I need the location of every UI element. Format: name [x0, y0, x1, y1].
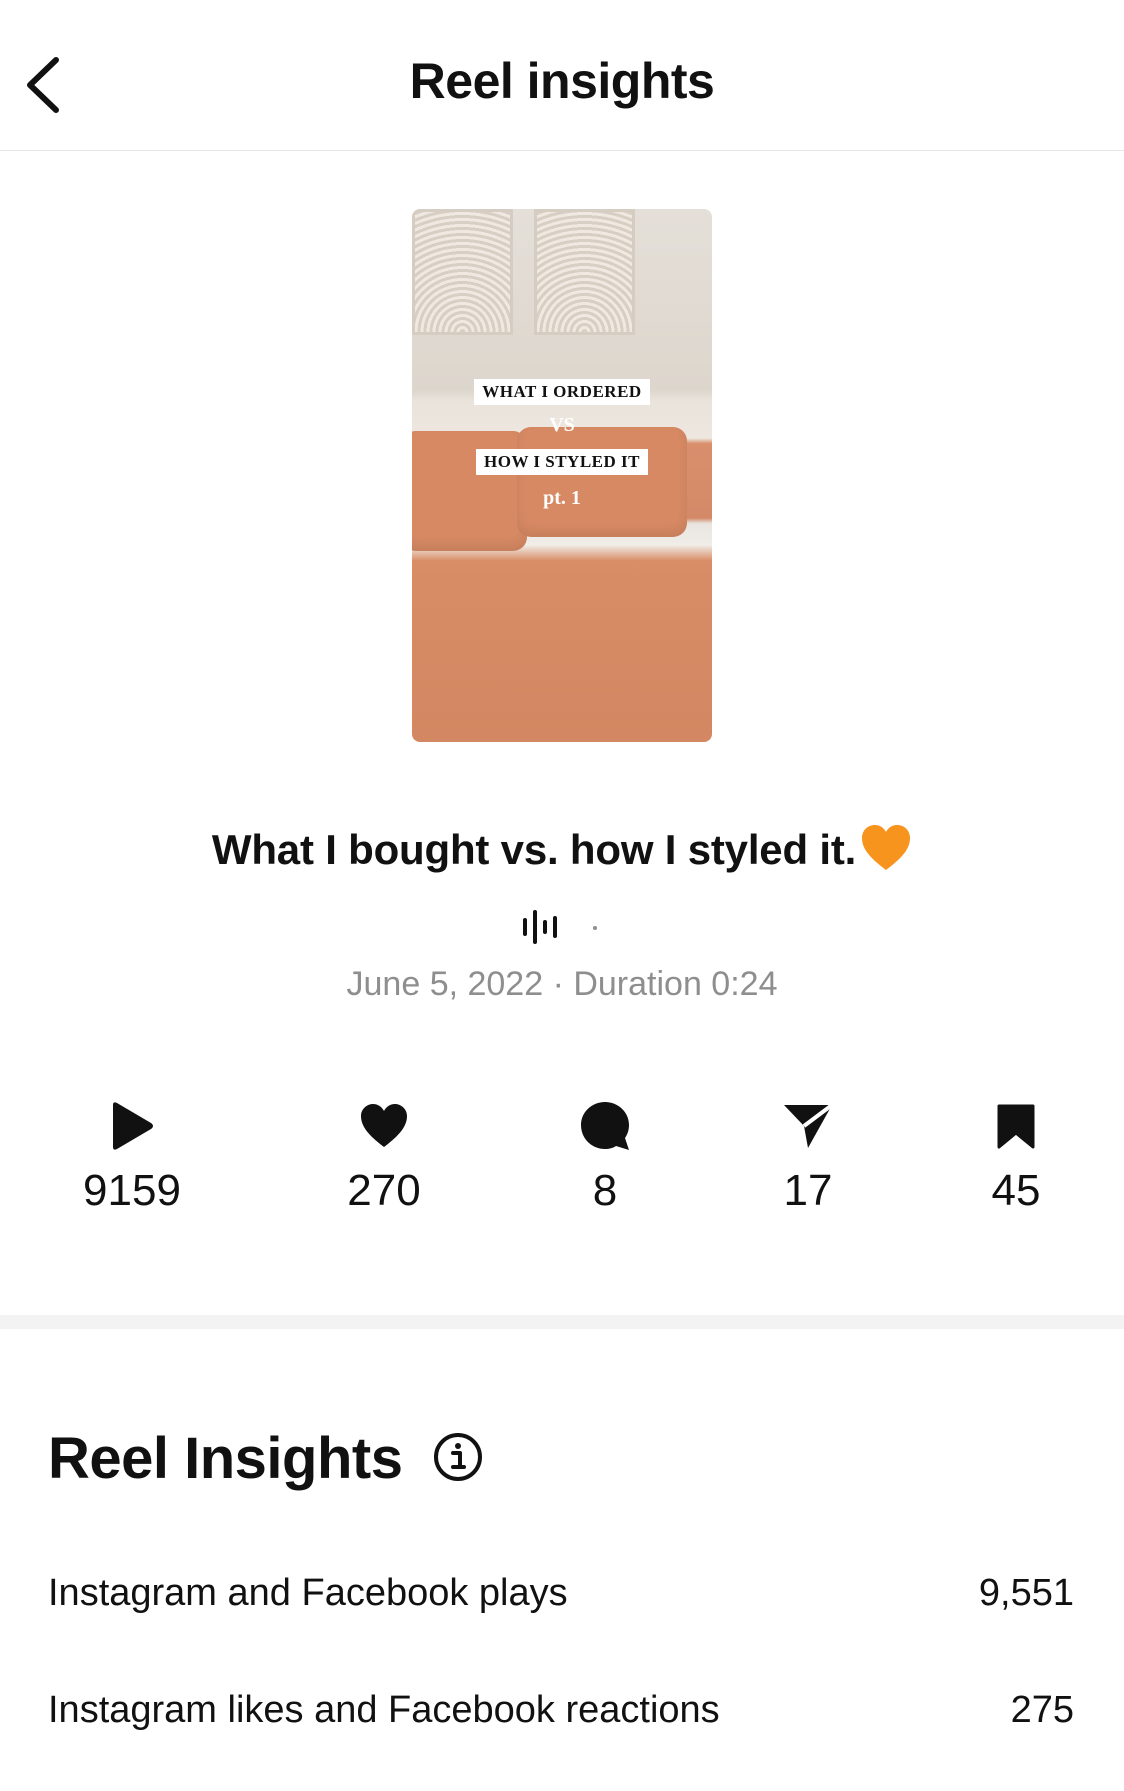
stat-shares: 17: [718, 1100, 898, 1216]
stat-saves: 45: [926, 1100, 1106, 1216]
reel-thumbnail[interactable]: WHAT I ORDERED VS HOW I STYLED IT pt. 1: [412, 209, 712, 742]
thumbnail-text-line3: HOW I STYLED IT: [476, 449, 648, 475]
stat-likes: 270: [294, 1100, 474, 1216]
orange-heart-icon: [860, 824, 912, 882]
insight-value: 9,551: [978, 1572, 1074, 1614]
info-icon: [434, 1433, 482, 1481]
stat-plays: 9159: [42, 1100, 222, 1216]
play-icon: [113, 1102, 153, 1150]
insight-value: 275: [1010, 1689, 1074, 1731]
plays-count: 9159: [83, 1166, 181, 1215]
likes-count: 270: [347, 1166, 421, 1215]
section-divider: [0, 1315, 1124, 1329]
reel-date-duration: June 5, 2022 · Duration 0:24: [346, 965, 778, 1003]
pillow-right: [517, 427, 687, 537]
top-bar: Reel insights: [0, 0, 1124, 151]
insights-section-title: Reel Insights: [48, 1426, 403, 1491]
reel-stats: 9159 270 8 17 45: [0, 1100, 1124, 1230]
bookmark-icon: [997, 1104, 1035, 1149]
audio-indicator[interactable]: [0, 908, 1124, 948]
insight-row-likes[interactable]: Instagram likes and Facebook reactions 2…: [48, 1689, 1074, 1732]
caption-text: What I bought vs. how I styled it.: [211, 826, 857, 873]
insight-label: Instagram and Facebook plays: [48, 1572, 568, 1614]
thumbnail-text-line2: VS: [549, 414, 575, 436]
saves-count: 45: [991, 1166, 1041, 1215]
stat-comments: 8: [515, 1100, 695, 1216]
wall-art-left: [412, 209, 513, 335]
audio-wave-icon: [523, 910, 597, 944]
comments-count: 8: [592, 1166, 618, 1215]
shares-count: 17: [783, 1166, 833, 1215]
thumbnail-text-line1: WHAT I ORDERED: [474, 379, 650, 405]
info-button[interactable]: [433, 1432, 483, 1482]
heart-icon: [361, 1104, 407, 1147]
insight-label: Instagram likes and Facebook reactions: [48, 1689, 720, 1731]
reel-caption: What I bought vs. how I styled it.: [0, 824, 1124, 882]
comment-icon: [581, 1102, 629, 1150]
wall-art-right: [534, 209, 635, 335]
page-title: Reel insights: [409, 53, 715, 109]
share-icon: [784, 1103, 834, 1148]
insight-row-plays[interactable]: Instagram and Facebook plays 9,551: [48, 1572, 1074, 1615]
thumbnail-text-line4: pt. 1: [543, 487, 581, 509]
